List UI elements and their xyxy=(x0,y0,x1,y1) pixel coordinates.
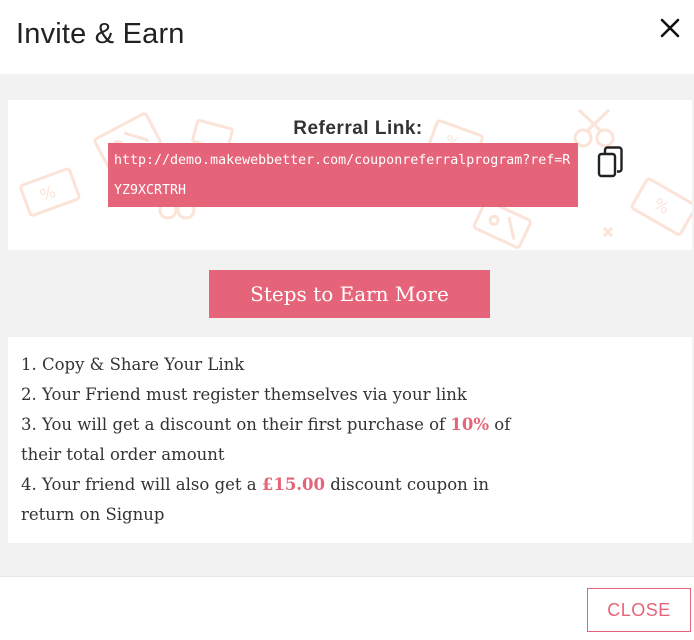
svg-text:%: % xyxy=(37,182,58,205)
referral-link-label: Referral Link: xyxy=(293,118,423,139)
close-button[interactable]: CLOSE xyxy=(587,588,691,632)
step-item: 4. Your friend will also get a £15.00 di… xyxy=(21,475,489,524)
steps-list: 1. Copy & Share Your Link 2. Your Friend… xyxy=(21,350,541,530)
modal-footer: CLOSE xyxy=(0,576,694,640)
step-item: 1. Copy & Share Your Link xyxy=(21,355,245,374)
close-icon[interactable] xyxy=(658,16,682,40)
modal-title: Invite & Earn xyxy=(16,18,185,50)
referral-link-text[interactable]: http://demo.makewebbetter.com/couponrefe… xyxy=(108,143,578,207)
modal-body: % % Referral Link: http://demo.makewebbe… xyxy=(0,74,694,576)
coupon-amount-highlight: £15.00 xyxy=(261,475,326,494)
step-item: 3. You will get a discount on their firs… xyxy=(21,415,511,464)
steps-card: 1. Copy & Share Your Link 2. Your Friend… xyxy=(8,337,692,543)
referral-link-card: % % Referral Link: http://demo.makewebbe… xyxy=(8,100,692,250)
modal-header: Invite & Earn xyxy=(0,0,694,74)
steps-to-earn-more-button[interactable]: Steps to Earn More xyxy=(209,270,490,318)
discount-percent-highlight: 10% xyxy=(450,415,490,434)
step-item: 2. Your Friend must register themselves … xyxy=(21,385,467,404)
svg-text:%: % xyxy=(650,194,673,218)
copy-icon[interactable] xyxy=(597,145,625,179)
